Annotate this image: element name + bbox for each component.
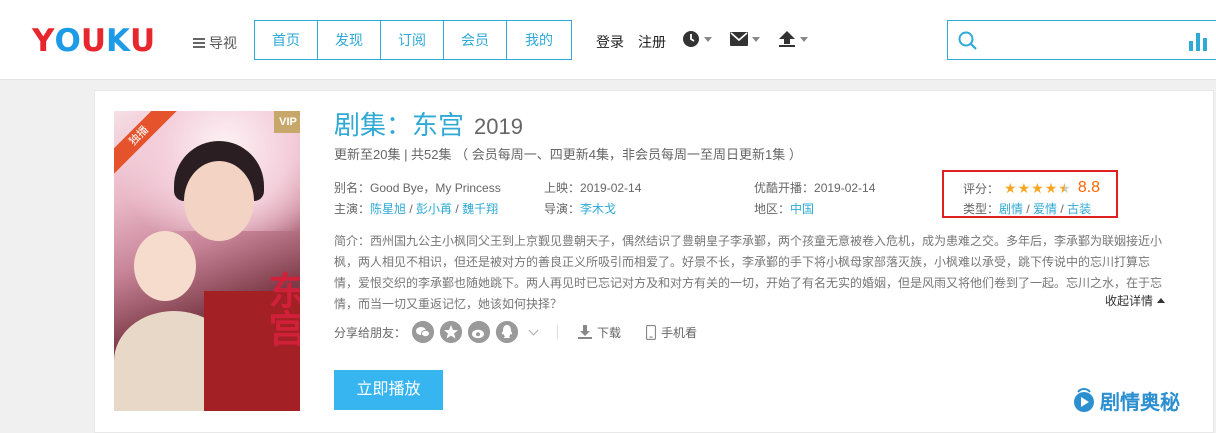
collapse-details-button[interactable]: 收起详情 xyxy=(1105,292,1166,309)
ranking-icon[interactable] xyxy=(1189,31,1207,51)
cast-link[interactable]: 陈星旭 xyxy=(370,202,406,216)
play-now-button[interactable]: 立即播放 xyxy=(334,370,443,410)
show-poster[interactable]: 东宫 独播 VIP xyxy=(114,111,300,411)
youku-premiere-value: 2019-02-14 xyxy=(814,181,876,195)
cast-label: 主演： xyxy=(334,202,371,216)
share-label: 分享给朋友： xyxy=(334,325,407,340)
logo-letter-k: K xyxy=(106,23,131,59)
logo-letter-u2: U xyxy=(130,23,156,59)
search-box xyxy=(947,20,1216,60)
genre-link[interactable]: 爱情 xyxy=(1033,202,1057,216)
star-icon: ★ xyxy=(1044,180,1058,196)
release-value: 2019-02-14 xyxy=(580,181,642,195)
share-row: 分享给朋友： 下载 手机看 xyxy=(334,321,697,343)
chevron-down-icon[interactable] xyxy=(528,325,539,335)
guide-menu[interactable]: 导视 xyxy=(193,33,237,53)
genre-link[interactable]: 剧情 xyxy=(999,202,1023,216)
upload-icon xyxy=(779,31,795,47)
download-button[interactable]: 下载 xyxy=(578,324,621,341)
main-nav-tabs: 首页 发现 订阅 会员 我的 xyxy=(254,20,572,60)
alias-field: 别名：Good Bye，My Princess xyxy=(334,179,501,196)
top-header: Y O U K U 导视 首页 发现 订阅 会员 我的 登录 注册 xyxy=(0,0,1216,80)
youku-premiere-field: 优酷开播：2019-02-14 xyxy=(754,179,875,196)
title-row: 剧集：东宫 2019 xyxy=(334,105,523,142)
show-title[interactable]: 剧集：东宫 xyxy=(334,105,464,142)
search-icon[interactable] xyxy=(958,31,978,51)
watermark-text: 剧情奥秘 xyxy=(1100,392,1180,414)
menu-icon xyxy=(193,38,205,48)
cast-link[interactable]: 魏千翔 xyxy=(462,202,498,216)
rating-label: 评分： xyxy=(963,181,1000,196)
director-link[interactable]: 李木戈 xyxy=(580,202,616,216)
show-summary: 简介：西州国九公主小枫同父王到上京觐见豊朝天子，偶然结识了豊朝皇子李承鄞，两个孩… xyxy=(334,234,1163,311)
genre-link[interactable]: 古装 xyxy=(1067,202,1091,216)
collapse-label: 收起详情 xyxy=(1105,294,1154,308)
rating-stars: ★ ★ ★ ★ ★ xyxy=(1004,181,1071,195)
alias-value: Good Bye，My Princess xyxy=(370,181,501,195)
chevron-down-icon xyxy=(704,36,712,42)
chevron-down-icon xyxy=(800,36,808,42)
register-link[interactable]: 注册 xyxy=(638,32,666,52)
search-input[interactable] xyxy=(984,29,1174,51)
mobile-watch-button[interactable]: 手机看 xyxy=(646,324,697,341)
logo-letter-o: O xyxy=(54,23,81,59)
watermark-logo-icon xyxy=(1074,387,1094,412)
region-label: 地区： xyxy=(754,202,791,216)
release-field: 上映：2019-02-14 xyxy=(544,179,641,196)
message-icon xyxy=(730,32,748,46)
guide-label: 导视 xyxy=(209,35,237,51)
genre-label: 类型： xyxy=(963,202,1000,216)
alias-label: 别名： xyxy=(334,181,371,195)
tab-discover[interactable]: 发现 xyxy=(318,21,381,59)
qzone-icon[interactable] xyxy=(440,321,463,343)
tab-vip[interactable]: 会员 xyxy=(444,21,507,59)
vip-badge: VIP xyxy=(274,111,300,133)
update-info: 更新至20集 | 共52集 （ 会员每周一、四更新4集，非会员每周一至周日更新1… xyxy=(334,147,802,162)
phone-icon xyxy=(646,324,657,340)
rating-row: 评分： ★ ★ ★ ★ ★ 8.8 xyxy=(963,179,1100,197)
region-field: 地区：中国 xyxy=(754,200,814,217)
poster-title-text: 东宫 xyxy=(262,271,300,347)
message-button[interactable] xyxy=(730,32,760,46)
half-star-icon: ★ xyxy=(1058,180,1071,196)
weibo-icon[interactable] xyxy=(468,321,491,343)
show-detail-card: 东宫 独播 VIP 剧集：东宫 2019 更新至20集 | 共52集 （ 会员每… xyxy=(94,90,1214,433)
rating-highlight-box: 评分： ★ ★ ★ ★ ★ 8.8 类型：剧情 / 爱情 / 古装 xyxy=(942,170,1118,218)
download-label: 下载 xyxy=(597,325,622,340)
star-icon: ★ xyxy=(1004,180,1017,196)
chevron-down-icon xyxy=(752,36,760,42)
youku-premiere-label: 优酷开播： xyxy=(754,181,815,195)
watermark: 剧情奥秘 xyxy=(1072,386,1180,415)
login-link[interactable]: 登录 xyxy=(596,32,624,52)
logo-letter-y: Y xyxy=(32,23,55,59)
wechat-icon[interactable] xyxy=(412,321,435,343)
region-link[interactable]: 中国 xyxy=(790,202,814,216)
history-button[interactable] xyxy=(682,30,712,48)
tab-home[interactable]: 首页 xyxy=(255,21,318,59)
director-field: 导演：李木戈 xyxy=(544,200,616,217)
mobile-label: 手机看 xyxy=(661,325,698,340)
upload-button[interactable] xyxy=(778,31,808,47)
rating-score: 8.8 xyxy=(1077,179,1101,196)
cast-field: 主演：陈星旭 / 彭小苒 / 魏千翔 xyxy=(334,202,499,216)
cast-link[interactable]: 彭小苒 xyxy=(416,202,452,216)
director-label: 导演： xyxy=(544,202,581,216)
star-icon: ★ xyxy=(1017,180,1031,196)
qq-icon[interactable] xyxy=(496,321,519,343)
tab-mine[interactable]: 我的 xyxy=(507,21,571,59)
genre-row: 类型：剧情 / 爱情 / 古装 xyxy=(963,202,1092,216)
history-icon xyxy=(683,31,699,47)
tab-subscribe[interactable]: 订阅 xyxy=(381,21,444,59)
star-icon: ★ xyxy=(1031,180,1044,196)
user-links: 登录 注册 xyxy=(596,32,666,52)
youku-logo[interactable]: Y O U K U xyxy=(32,24,155,58)
show-year: 2019 xyxy=(474,114,523,139)
logo-letter-u: U xyxy=(80,23,106,59)
release-label: 上映： xyxy=(544,181,581,195)
chevron-up-icon xyxy=(1157,298,1166,303)
download-icon xyxy=(578,325,593,339)
tool-icons xyxy=(682,30,808,48)
